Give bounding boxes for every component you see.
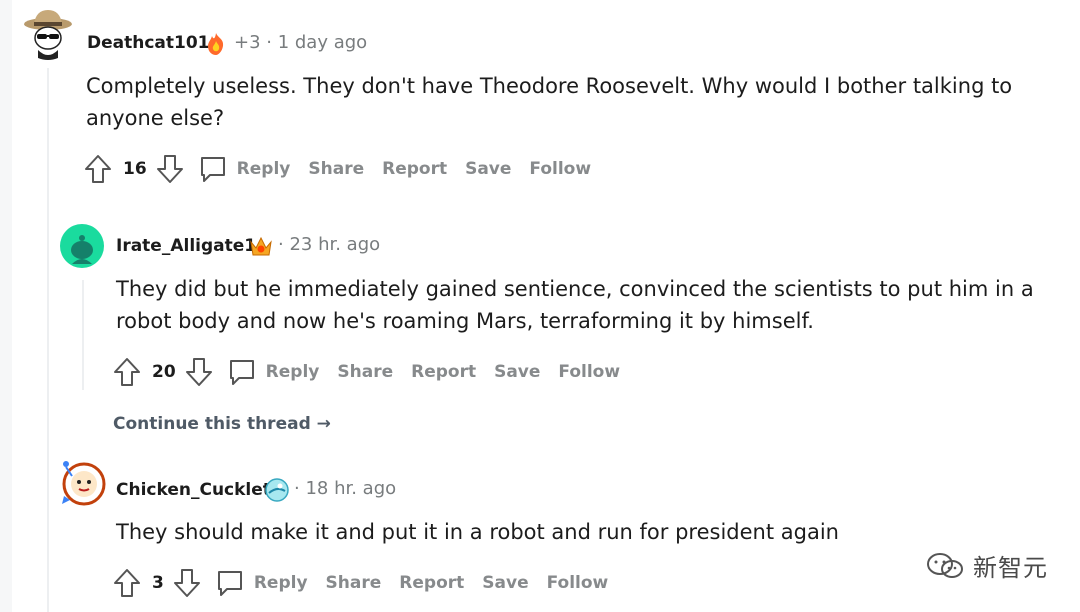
comment-2-meta: · 23 hr. ago [278,234,381,255]
snoo-avatar-icon [24,10,72,60]
default-snoo-icon [71,235,93,264]
avatar[interactable] [22,8,74,60]
left-gutter [0,0,12,612]
watermark: 新智元 [925,548,1048,583]
comment-1-body: Completely useless. They don't have Theo… [86,74,1013,130]
follow-button[interactable]: Follow [547,573,609,593]
comment-2-username[interactable]: Irate_Alligate1 [116,236,256,256]
comment-1-username[interactable]: Deathcat101 [87,33,210,53]
avatar[interactable] [56,454,108,510]
comment-3-actions: 3 Reply Share Report Save Follow [112,565,608,601]
upvote-icon[interactable] [112,357,142,387]
reply-button[interactable]: Reply [266,362,320,382]
upvote-icon[interactable] [83,154,113,184]
share-button[interactable]: Share [308,159,364,179]
thread-line[interactable] [47,68,49,612]
follow-button[interactable]: Follow [529,159,591,179]
comment-2-body: They did but he immediately gained senti… [116,277,1034,333]
comment-bubble-icon[interactable] [214,567,246,599]
crown-award-icon [248,233,274,263]
report-button[interactable]: Report [382,159,447,179]
reply-button[interactable]: Reply [254,573,308,593]
downvote-icon[interactable] [155,154,185,184]
save-button[interactable]: Save [482,573,528,593]
save-button[interactable]: Save [494,362,540,382]
comment-3-body: They should make it and put it in a robo… [116,520,839,544]
wechat-icon [927,552,963,578]
report-button[interactable]: Report [399,573,464,593]
vote-count: 16 [123,159,147,179]
report-button[interactable]: Report [411,362,476,382]
comment-1-meta: +3 · 1 day ago [234,32,368,53]
thread-line-nested[interactable] [82,280,84,390]
planet-award-icon [264,477,290,507]
avatar[interactable] [60,224,104,268]
astronaut-snoo-icon [62,461,106,506]
upvote-icon[interactable] [112,568,142,598]
comment-bubble-icon[interactable] [226,356,258,388]
comment-bubble-icon[interactable] [197,153,229,185]
comment-1-actions: 16 Reply Share Report Save Follow [83,151,591,187]
reply-button[interactable]: Reply [237,159,291,179]
vote-count: 20 [152,362,176,382]
share-button[interactable]: Share [326,573,382,593]
downvote-icon[interactable] [172,568,202,598]
follow-button[interactable]: Follow [558,362,620,382]
save-button[interactable]: Save [465,159,511,179]
continue-thread-link[interactable]: Continue this thread → [113,414,331,434]
comment-3-meta: · 18 hr. ago [294,478,397,499]
vote-count: 3 [152,573,164,593]
comment-2-actions: 20 Reply Share Report Save Follow [112,354,620,390]
watermark-text: 新智元 [973,554,1048,582]
share-button[interactable]: Share [337,362,393,382]
comment-3-username[interactable]: Chicken_Cucklet [116,480,271,500]
downvote-icon[interactable] [184,357,214,387]
fire-award-icon [203,31,229,61]
